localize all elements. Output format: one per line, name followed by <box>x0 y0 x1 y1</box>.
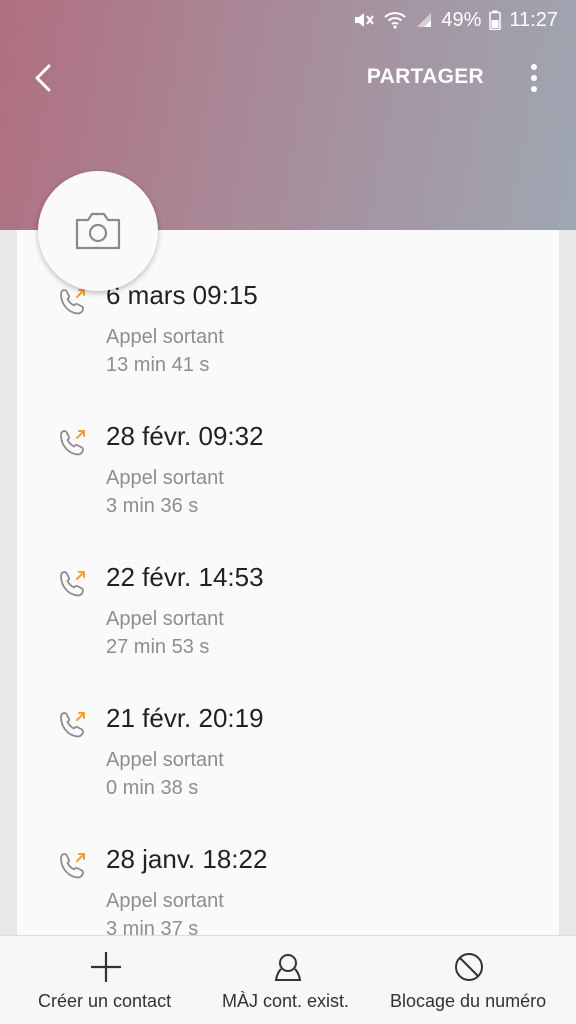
call-log-card: 6 mars 09:15 Appel sortant 13 min 41 s 2… <box>17 230 559 935</box>
contact-photo-button[interactable] <box>38 171 158 291</box>
call-type: Appel sortant <box>106 467 224 489</box>
call-date: 22 févr. 14:53 <box>106 562 264 592</box>
call-duration: 3 min 36 s <box>106 495 199 517</box>
call-type: Appel sortant <box>106 890 224 912</box>
call-date: 28 janv. 18:22 <box>106 844 268 874</box>
outgoing-call-icon <box>60 712 85 738</box>
battery-icon <box>489 10 502 30</box>
outgoing-call-icon <box>60 853 85 879</box>
block-number-label: Blocage du numéro <box>390 991 547 1011</box>
call-log-item[interactable]: 6 mars 09:15 Appel sortant 13 min 41 s <box>17 280 559 410</box>
call-log-item[interactable]: 28 janv. 18:22 Appel sortant 3 min 37 s <box>17 844 559 935</box>
status-bar: 49% 11:27 <box>0 0 576 40</box>
person-icon <box>274 954 302 981</box>
bottom-action-bar: Créer un contact MÀJ cont. exist. Blocag… <box>0 935 576 1024</box>
back-icon <box>35 64 51 92</box>
toolbar: PARTAGER <box>0 48 576 108</box>
back-button[interactable] <box>26 60 62 96</box>
outgoing-call-icon <box>60 571 85 597</box>
update-existing-contact-button[interactable]: MÀJ cont. exist. <box>210 936 370 1024</box>
create-contact-button[interactable]: Créer un contact <box>0 936 210 1024</box>
more-options-button[interactable] <box>528 62 540 94</box>
create-contact-label: Créer un contact <box>38 991 172 1011</box>
call-log-item[interactable]: 21 févr. 20:19 Appel sortant 0 min 38 s <box>17 703 559 833</box>
call-log-item[interactable]: 22 févr. 14:53 Appel sortant 27 min 53 s <box>17 562 559 692</box>
more-icon <box>531 64 537 92</box>
call-duration: 27 min 53 s <box>106 636 210 658</box>
update-contact-label: MÀJ cont. exist. <box>222 991 350 1011</box>
call-type: Appel sortant <box>106 326 224 348</box>
mute-icon <box>353 10 375 30</box>
share-button[interactable]: PARTAGER <box>367 65 484 89</box>
camera-icon <box>75 212 121 250</box>
call-type: Appel sortant <box>106 749 224 771</box>
call-date: 28 févr. 09:32 <box>106 421 264 451</box>
plus-icon <box>91 952 121 982</box>
call-duration: 3 min 37 s <box>106 918 199 935</box>
block-number-button[interactable]: Blocage du numéro <box>370 936 576 1024</box>
outgoing-call-icon <box>60 289 85 315</box>
wifi-icon <box>383 10 407 30</box>
call-log-item[interactable]: 28 févr. 09:32 Appel sortant 3 min 36 s <box>17 421 559 551</box>
call-duration: 0 min 38 s <box>106 777 199 799</box>
call-date: 6 mars 09:15 <box>106 280 258 310</box>
block-icon <box>455 953 483 981</box>
outgoing-call-icon <box>60 430 85 456</box>
signal-icon <box>415 11 433 29</box>
call-duration: 13 min 41 s <box>106 354 210 376</box>
call-date: 21 févr. 20:19 <box>106 703 264 733</box>
call-type: Appel sortant <box>106 608 224 630</box>
clock: 11:27 <box>509 8 558 31</box>
battery-percent: 49% <box>441 8 482 31</box>
